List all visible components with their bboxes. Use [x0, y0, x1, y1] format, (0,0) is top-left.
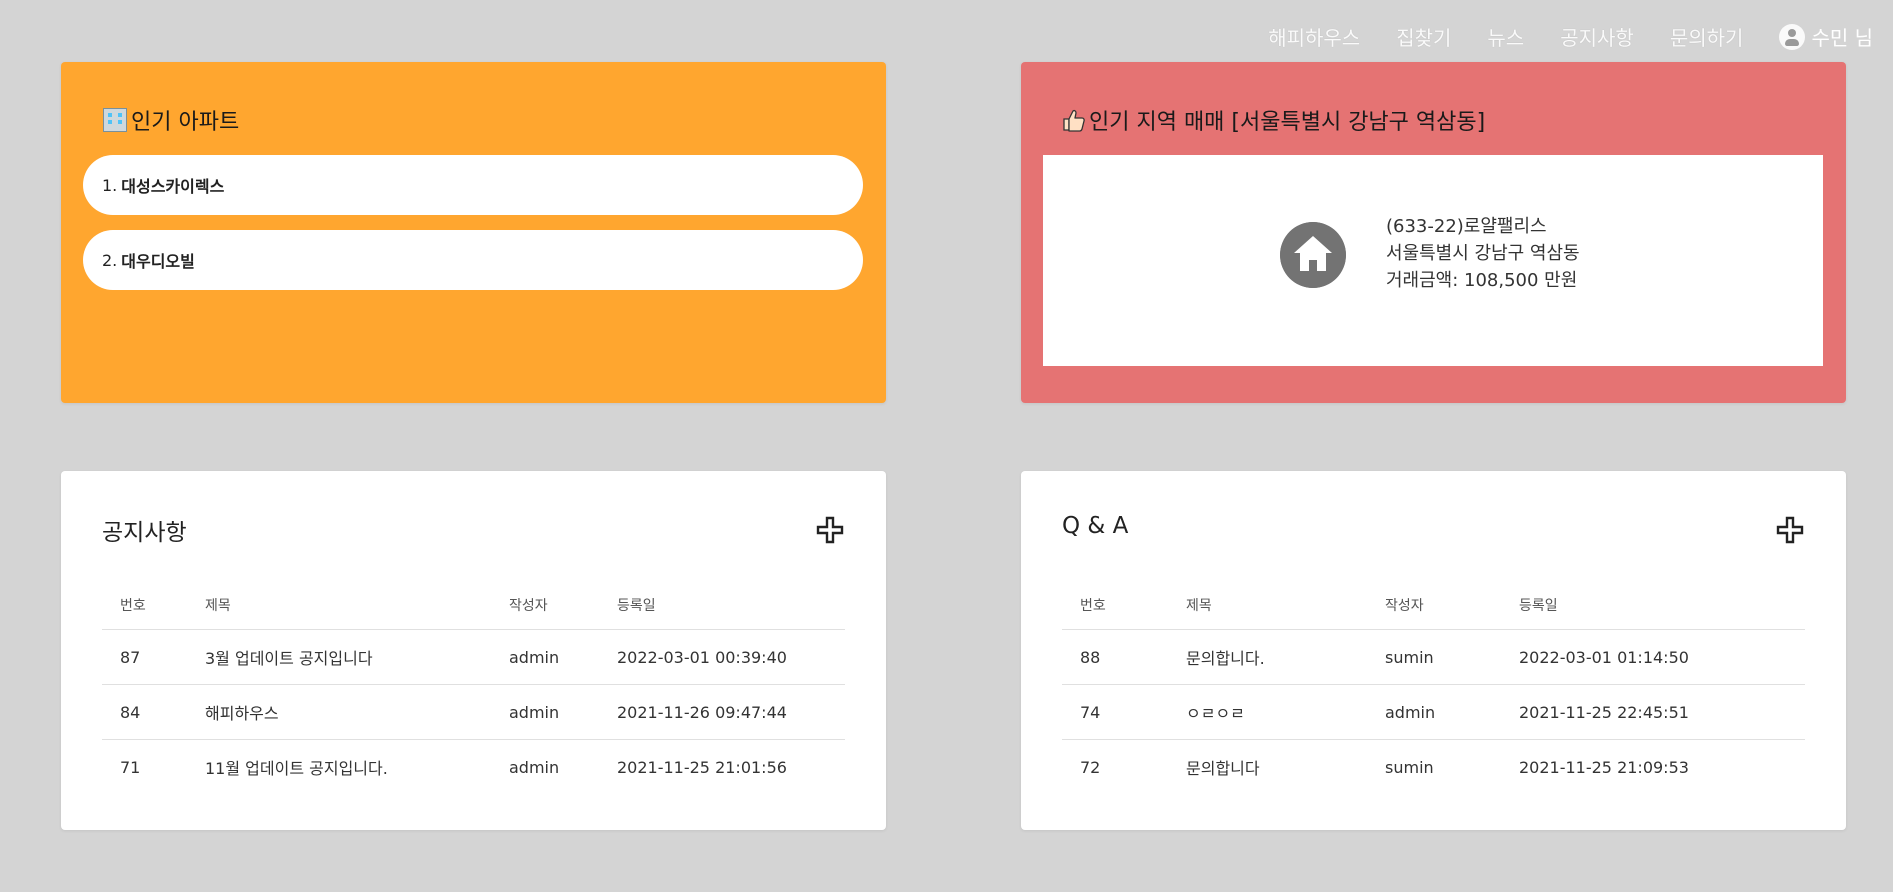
- thumbs-up-icon: [1063, 109, 1085, 132]
- deal-name: (633-22)로얄팰리스: [1386, 216, 1547, 237]
- cell-author: admin: [509, 684, 617, 740]
- user-menu[interactable]: 수민 님: [1779, 22, 1873, 51]
- popular-deals-title: 인기 지역 매매 [서울특별시 강남구 역삼동]: [1061, 104, 1485, 136]
- column-header-author: 작성자: [509, 581, 617, 630]
- deal-address: 서울특별시 강남구 역삼동: [1386, 243, 1580, 264]
- cell-title[interactable]: 문의합니다: [1186, 740, 1385, 795]
- cell-number: 74: [1062, 684, 1186, 740]
- cell-number: 84: [102, 684, 205, 740]
- nav-item-notice[interactable]: 공지사항: [1560, 22, 1634, 51]
- popular-deals-card: 인기 지역 매매 [서울특별시 강남구 역삼동] (633-22)로얄팰리스 서…: [1021, 62, 1846, 403]
- table-row[interactable]: 88 문의합니다. sumin 2022-03-01 01:14:50: [1062, 629, 1805, 685]
- qna-title: Q & A: [1062, 513, 1129, 539]
- cell-number: 87: [102, 629, 205, 685]
- notice-table: 번호 제목 작성자 등록일 87 3월 업데이트 공지입니다 admin 202…: [102, 581, 845, 794]
- nav-item-find-house[interactable]: 집찾기: [1396, 22, 1451, 51]
- notice-title: 공지사항: [102, 520, 187, 546]
- cell-title[interactable]: ㅇㄹㅇㄹ: [1186, 684, 1385, 740]
- cell-title[interactable]: 11월 업데이트 공지입니다.: [205, 740, 509, 795]
- cell-date: 2022-03-01 01:14:50: [1519, 629, 1805, 685]
- qna-table: 번호 제목 작성자 등록일 88 문의합니다. sumin 2022-03-01…: [1062, 581, 1805, 794]
- cell-author: admin: [509, 757, 560, 777]
- cell-author: admin: [1385, 684, 1519, 740]
- user-account-icon: [1779, 23, 1806, 50]
- popular-apartments-card: 인기 아파트 1. 대성스카이렉스 2. 대우디오빌: [61, 62, 886, 403]
- qna-card: Q & A 번호 제목 작성자 등록일 88 문의합니다. sumin 2022…: [1021, 471, 1846, 830]
- table-row[interactable]: 84 해피하우스 admin 2021-11-26 09:47:44: [102, 684, 845, 740]
- apartment-item[interactable]: 1. 대성스카이렉스: [83, 155, 863, 215]
- apartment-name: 대성스카이렉스: [121, 177, 225, 196]
- cell-author: sumin: [1385, 757, 1434, 777]
- cell-author: admin: [509, 629, 617, 685]
- nav-item-happyhouse[interactable]: 해피하우스: [1268, 22, 1360, 51]
- cell-date: 2021-11-25 21:01:56: [617, 757, 787, 777]
- cell-number: 71: [120, 757, 141, 777]
- building-icon: [103, 108, 127, 132]
- home-icon: [1280, 222, 1346, 288]
- column-header-number: 번호: [1062, 581, 1186, 630]
- table-header-row: 번호 제목 작성자 등록일: [102, 581, 845, 630]
- deal-price: 거래금액: 108,500 만원: [1386, 270, 1578, 291]
- notice-add-plus-icon[interactable]: [816, 516, 844, 544]
- deal-item[interactable]: (633-22)로얄팰리스 서울특별시 강남구 역삼동 거래금액: 108,50…: [1043, 155, 1823, 366]
- column-header-number: 번호: [102, 581, 205, 630]
- table-row[interactable]: 72 문의합니다 sumin 2021-11-25 21:09:53: [1062, 740, 1805, 795]
- nav-item-inquiry[interactable]: 문의하기: [1670, 22, 1744, 51]
- cell-title[interactable]: 3월 업데이트 공지입니다: [205, 629, 509, 685]
- cell-date: 2021-11-25 22:45:51: [1519, 684, 1805, 740]
- table-header-row: 번호 제목 작성자 등록일: [1062, 581, 1805, 630]
- column-header-title: 제목: [205, 581, 509, 630]
- column-header-title: 제목: [1186, 581, 1385, 630]
- popular-apartments-title: 인기 아파트: [103, 104, 239, 136]
- qna-add-plus-icon[interactable]: [1776, 516, 1804, 544]
- cell-number: 72: [1080, 757, 1101, 777]
- cell-date: 2022-03-01 00:39:40: [617, 629, 845, 685]
- apartment-name: 대우디오빌: [121, 252, 195, 271]
- table-row[interactable]: 87 3월 업데이트 공지입니다 admin 2022-03-01 00:39:…: [102, 629, 845, 685]
- notice-card: 공지사항 번호 제목 작성자 등록일 87 3월 업데이트 공지입니다 admi…: [61, 471, 886, 830]
- table-row[interactable]: 74 ㅇㄹㅇㄹ admin 2021-11-25 22:45:51: [1062, 684, 1805, 740]
- column-header-date: 등록일: [1519, 581, 1805, 630]
- column-header-author: 작성자: [1385, 581, 1519, 630]
- cell-number: 88: [1062, 629, 1186, 685]
- table-row[interactable]: 71 11월 업데이트 공지입니다. admin 2021-11-25 21:0…: [102, 740, 845, 795]
- cell-title[interactable]: 문의합니다.: [1186, 629, 1385, 685]
- deal-info: (633-22)로얄팰리스 서울특별시 강남구 역삼동 거래금액: 108,50…: [1386, 213, 1580, 294]
- user-label: 수민 님: [1811, 26, 1873, 50]
- apartment-item[interactable]: 2. 대우디오빌: [83, 230, 863, 290]
- top-nav: 해피하우스 집찾기 뉴스 공지사항 문의하기 수민 님: [1232, 22, 1873, 51]
- column-header-date: 등록일: [617, 581, 845, 630]
- cell-title[interactable]: 해피하우스: [205, 684, 509, 740]
- cell-author: sumin: [1385, 629, 1519, 685]
- cell-date: 2021-11-25 21:09:53: [1519, 757, 1689, 777]
- nav-item-news[interactable]: 뉴스: [1487, 22, 1524, 51]
- cell-date: 2021-11-26 09:47:44: [617, 684, 845, 740]
